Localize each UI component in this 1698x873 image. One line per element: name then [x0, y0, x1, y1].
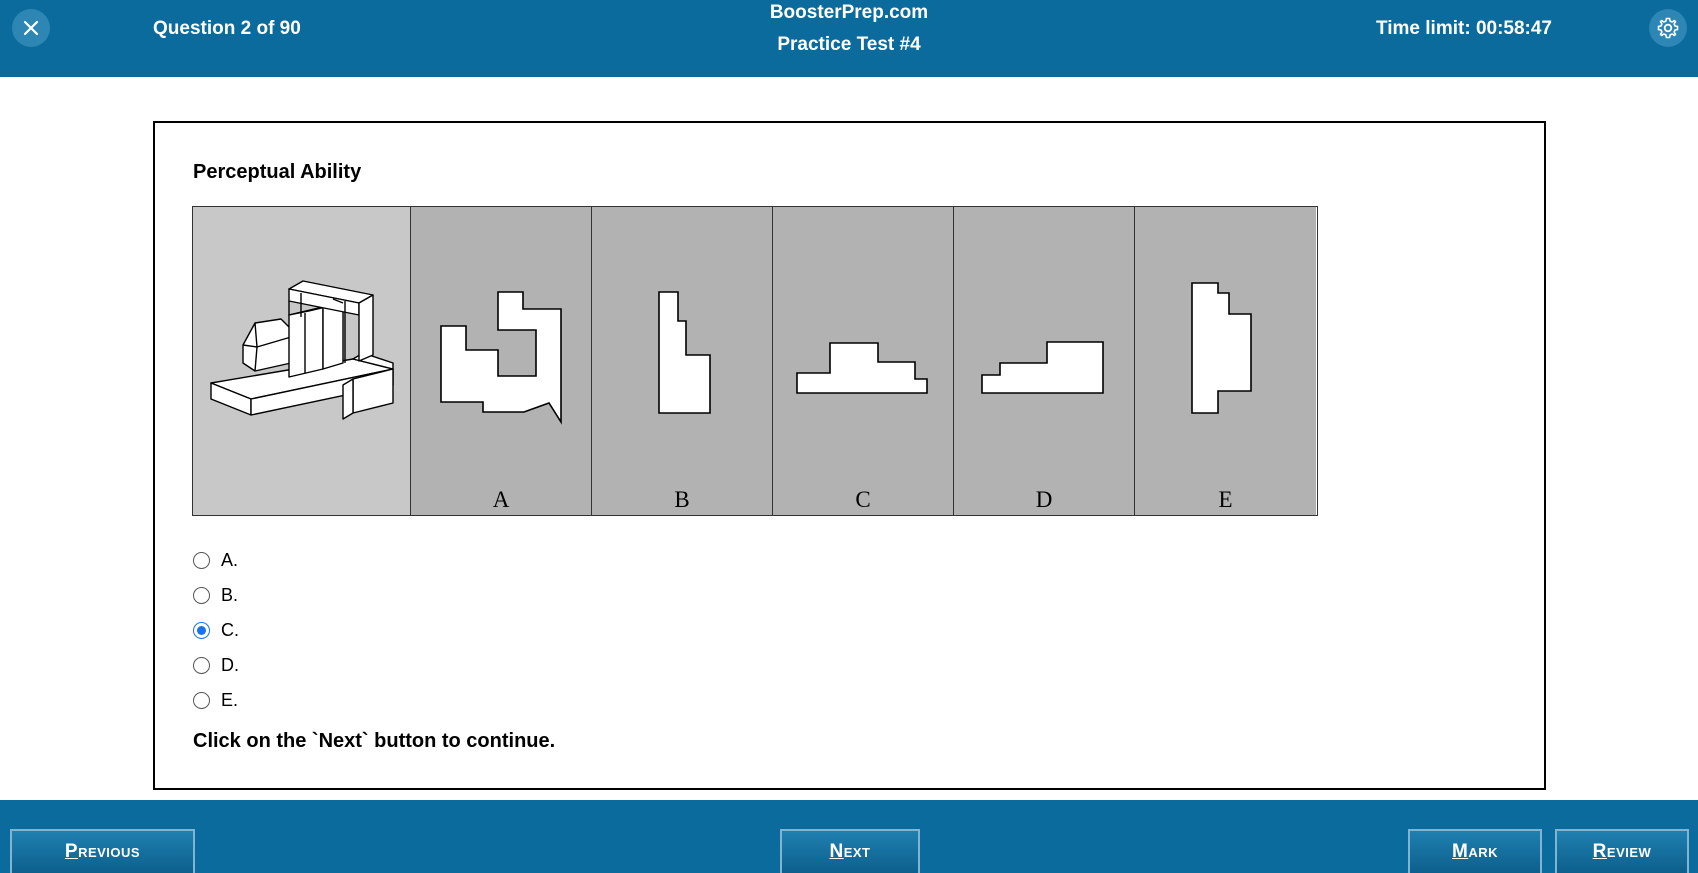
choice-c[interactable]: C.	[193, 613, 239, 648]
choice-label: D.	[221, 655, 239, 675]
mark-label: ark	[1468, 841, 1498, 862]
option-letter: A	[492, 487, 510, 512]
choice-d[interactable]: D.	[193, 648, 239, 683]
mark-button[interactable]: Mark	[1408, 829, 1542, 873]
previous-button[interactable]: Previous	[10, 829, 195, 873]
option-letter: D	[1035, 487, 1053, 512]
radio-button-c[interactable]	[193, 622, 210, 639]
section-title: Perceptual Ability	[193, 161, 362, 183]
radio-button-b[interactable]	[193, 587, 210, 604]
choice-label: B.	[221, 585, 239, 605]
option-figure-d: D	[954, 207, 1135, 515]
choice-b[interactable]: B.	[193, 578, 239, 613]
option-a-shape	[440, 291, 562, 425]
choice-a[interactable]: A.	[193, 543, 239, 578]
figure-strip: A B C D E	[192, 206, 1318, 516]
review-accesskey: R	[1592, 841, 1607, 862]
option-letter: E	[1218, 487, 1233, 512]
option-letter: C	[855, 487, 871, 512]
option-d-shape	[981, 341, 1104, 394]
instruction-text: Click on the `Next` button to continue.	[193, 730, 556, 752]
option-letter: B	[674, 487, 690, 512]
answer-choices: A. B. C. D. E.	[193, 543, 239, 718]
gear-icon	[1657, 17, 1679, 39]
next-button[interactable]: Next	[780, 829, 920, 873]
option-e-shape	[1191, 282, 1252, 414]
top-bar: Question 2 of 90 BoosterPrep.com Practic…	[0, 0, 1698, 77]
time-limit: Time limit: 00:58:47	[1376, 18, 1553, 39]
previous-accesskey: P	[64, 841, 79, 862]
next-label: ext	[843, 841, 871, 862]
settings-button[interactable]	[1649, 9, 1687, 47]
next-accesskey: N	[829, 841, 844, 862]
option-b-shape	[658, 291, 711, 414]
review-label: eview	[1606, 841, 1652, 862]
bottom-bar: Previous Next Mark Review	[0, 800, 1698, 873]
question-panel: Perceptual Ability A B C D E A. B. C. D.…	[153, 121, 1546, 790]
isometric-object-drawing	[210, 280, 394, 420]
choice-e[interactable]: E.	[193, 683, 239, 718]
option-figure-b: B	[592, 207, 773, 515]
previous-label: revious	[78, 841, 141, 862]
mark-accesskey: M	[1452, 841, 1469, 862]
option-c-shape	[796, 342, 928, 394]
choice-label: E.	[221, 690, 239, 710]
radio-button-a[interactable]	[193, 552, 210, 569]
review-button[interactable]: Review	[1555, 829, 1689, 873]
choice-label: C.	[221, 620, 239, 640]
radio-button-e[interactable]	[193, 692, 210, 709]
option-figure-a: A	[411, 207, 592, 515]
main-object-figure	[193, 207, 411, 515]
option-figure-e: E	[1135, 207, 1316, 515]
option-figure-c: C	[773, 207, 954, 515]
choice-label: A.	[221, 550, 239, 570]
radio-button-d[interactable]	[193, 657, 210, 674]
